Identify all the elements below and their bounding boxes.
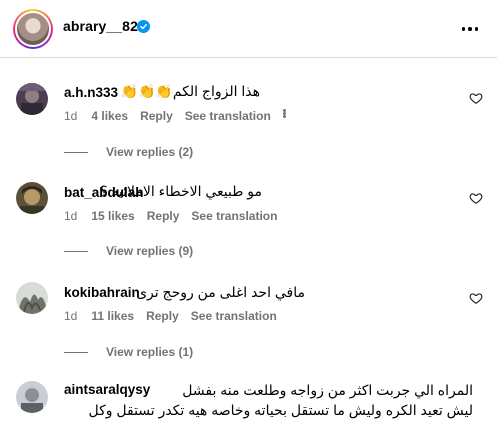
commenter-avatar[interactable] [16, 381, 48, 413]
comment-likes[interactable]: 4 likes [91, 109, 128, 123]
comment-text-line-1: المراه الي جربت اكثر من زواجه وطلعت منه … [182, 382, 473, 398]
verified-badge-icon [137, 20, 150, 33]
like-heart-icon[interactable] [469, 191, 483, 205]
comment-username[interactable]: aintsaralqysy [64, 382, 150, 397]
like-heart-icon[interactable] [469, 291, 483, 305]
more-options-button[interactable] [458, 19, 482, 39]
comment-meta: 1d 4 likes Reply See translation [64, 109, 286, 123]
view-replies-button[interactable]: View replies (1) [64, 345, 193, 359]
see-translation-link[interactable]: See translation [185, 109, 271, 123]
profile-avatar[interactable] [13, 9, 53, 49]
comment-likes[interactable]: 15 likes [91, 209, 134, 223]
reply-button[interactable]: Reply [140, 109, 173, 123]
comment-more-icon[interactable] [282, 109, 286, 123]
reply-button[interactable]: Reply [146, 309, 179, 323]
commenter-avatar[interactable] [16, 83, 48, 115]
view-replies-button[interactable]: View replies (2) [64, 145, 193, 159]
commenter-avatar[interactable] [16, 182, 48, 214]
like-heart-icon[interactable] [469, 91, 483, 105]
comment-meta: 1d 11 likes Reply See translation [64, 309, 277, 323]
comment-username[interactable]: a.h.n333 [64, 85, 118, 100]
commenter-avatar[interactable] [16, 282, 48, 314]
comment-time: 1d [64, 309, 78, 323]
comment-time: 1d [64, 109, 78, 123]
see-translation-link[interactable]: See translation [191, 209, 277, 223]
post-header: abrary__82 [0, 0, 497, 58]
view-replies-button[interactable]: View replies (9) [64, 244, 193, 258]
see-translation-link[interactable]: See translation [191, 309, 277, 323]
comment-text: مو طبيعي الاخطاء الاملائيه ؟ [100, 183, 262, 199]
comment-text: مافي احد اغلى من روحج ترى [136, 284, 305, 300]
comment-meta: 1d 15 likes Reply See translation [64, 209, 277, 223]
comment-likes[interactable]: 11 likes [91, 309, 134, 323]
comment-text: هذا الزواج الكم👏👏👏 [120, 83, 260, 99]
comment-time: 1d [64, 209, 78, 223]
comment-username[interactable]: kokibahrain [64, 285, 140, 300]
header-username[interactable]: abrary__82 [63, 18, 138, 34]
reply-button[interactable]: Reply [147, 209, 180, 223]
comment-text-line-2: ليش تعيد الكره وليش ما تستقل بحياته وخاص… [88, 402, 473, 418]
